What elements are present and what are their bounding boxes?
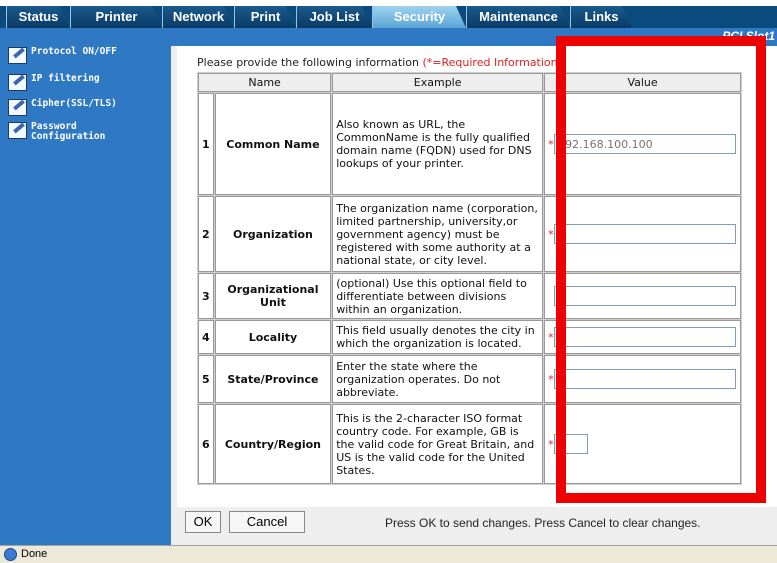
field-value-cell	[544, 273, 741, 319]
sidebar-item-label: Password Configuration	[31, 121, 106, 142]
field-example: Also known as URL, the CommonName is the…	[332, 93, 544, 195]
field-value-cell: *	[544, 320, 741, 354]
field-name: Organization	[214, 196, 332, 272]
field-input[interactable]	[554, 286, 737, 306]
pci-header-strip	[171, 28, 777, 46]
edit-icon	[8, 74, 27, 91]
table-row: 2 Organization The organization name (corp…	[198, 196, 741, 272]
top-tab-bar: Status Printer Network Print Job List Se…	[0, 0, 777, 28]
field-wrap: *	[548, 224, 737, 244]
row-number: 4	[198, 320, 214, 354]
tab-printer[interactable]: Printer	[70, 6, 162, 28]
column-header-name: Name	[198, 73, 332, 92]
field-name: Locality	[214, 320, 332, 354]
certificate-form-table: Name Example Value 1 Common Name Also know…	[197, 72, 742, 485]
tabs-strip: Status Printer Network Print Job List Se…	[0, 6, 777, 28]
field-example: This is the 2-character ISO format count…	[332, 404, 544, 484]
edit-icon	[8, 47, 27, 64]
field-example: Enter the state where the organization o…	[332, 355, 544, 403]
field-wrap: *	[548, 434, 737, 454]
field-name: State/Province	[214, 355, 332, 403]
tab-job-list[interactable]: Job List	[296, 6, 372, 28]
edit-icon	[8, 122, 27, 139]
field-name: Country/Region	[214, 404, 332, 484]
field-value-cell: *	[544, 93, 741, 195]
table-header-row: Name Example Value	[198, 73, 741, 92]
browser-status-bar: Done	[0, 545, 777, 563]
field-input[interactable]	[554, 369, 737, 389]
field-value-cell: *	[544, 355, 741, 403]
edit-icon	[8, 99, 27, 116]
field-wrap: *	[548, 327, 737, 347]
sidebar-item-label: IP filtering	[31, 73, 100, 84]
status-text: Done	[21, 548, 48, 560]
field-example: The organization name (corporation, limi…	[332, 196, 544, 272]
field-wrap: *	[548, 369, 737, 389]
sidebar-item-password[interactable]: Password Configuration	[8, 122, 168, 142]
row-number: 2	[198, 196, 214, 272]
field-input[interactable]	[554, 134, 737, 154]
row-number: 3	[198, 273, 214, 319]
tab-security[interactable]: Security	[372, 6, 466, 28]
field-example: This field usually denotes the city in w…	[332, 320, 544, 354]
field-value-cell: *	[544, 404, 741, 484]
table-row: 1 Common Name Also known as URL, the Commo…	[198, 93, 741, 195]
sidebar-item-protocol[interactable]: Protocol ON/OFF	[8, 47, 168, 64]
ie-page-icon	[4, 548, 17, 561]
sidebar-item-cipher[interactable]: Cipher(SSL/TLS)	[8, 99, 168, 116]
sidebar: Protocol ON/OFF IP filtering Cipher(SSL/…	[0, 28, 171, 545]
instruction-text: Please provide the following information…	[197, 56, 562, 69]
field-input[interactable]	[554, 224, 737, 244]
sidebar-item-label: Cipher(SSL/TLS)	[31, 98, 117, 109]
field-wrap	[548, 286, 737, 306]
tab-links[interactable]: Links	[570, 6, 632, 28]
field-input[interactable]	[554, 327, 737, 347]
column-header-value: Value	[544, 73, 741, 92]
row-number: 5	[198, 355, 214, 403]
row-number: 1	[198, 93, 214, 195]
field-name: Organizational Unit	[214, 273, 332, 319]
table-row: 6 Country/Region This is the 2-character I…	[198, 404, 741, 484]
field-example: (optional) Use this optional field to di…	[332, 273, 544, 319]
action-hint: Press OK to send changes. Press Cancel t…	[385, 516, 701, 530]
instruction-main: Please provide the following information	[197, 56, 423, 69]
tab-maintenance[interactable]: Maintenance	[466, 6, 570, 28]
sidebar-item-label: Protocol ON/OFF	[31, 46, 117, 57]
sidebar-item-ip-filtering[interactable]: IP filtering	[8, 74, 168, 91]
field-wrap: *	[548, 134, 737, 154]
field-input[interactable]	[554, 434, 589, 454]
table-row: 3 Organizational Unit (optional) Use this …	[198, 273, 741, 319]
column-header-example: Example	[332, 73, 544, 92]
field-value-cell: *	[544, 196, 741, 272]
required-note: (*=Required Information)	[422, 56, 562, 69]
table-row: 5 State/Province Enter the state where the…	[198, 355, 741, 403]
ok-button[interactable]: OK	[185, 511, 221, 533]
field-name: Common Name	[214, 93, 332, 195]
cancel-button[interactable]: Cancel	[229, 511, 305, 533]
tab-print[interactable]: Print	[234, 6, 296, 28]
action-bar: OK Cancel Press OK to send changes. Pres…	[177, 507, 777, 537]
pci-slot-label: PCI Slot1	[722, 29, 775, 43]
tab-network[interactable]: Network	[162, 6, 234, 28]
tab-status[interactable]: Status	[6, 6, 70, 28]
row-number: 6	[198, 404, 214, 484]
table-row: 4 Locality This field usually denotes the …	[198, 320, 741, 354]
